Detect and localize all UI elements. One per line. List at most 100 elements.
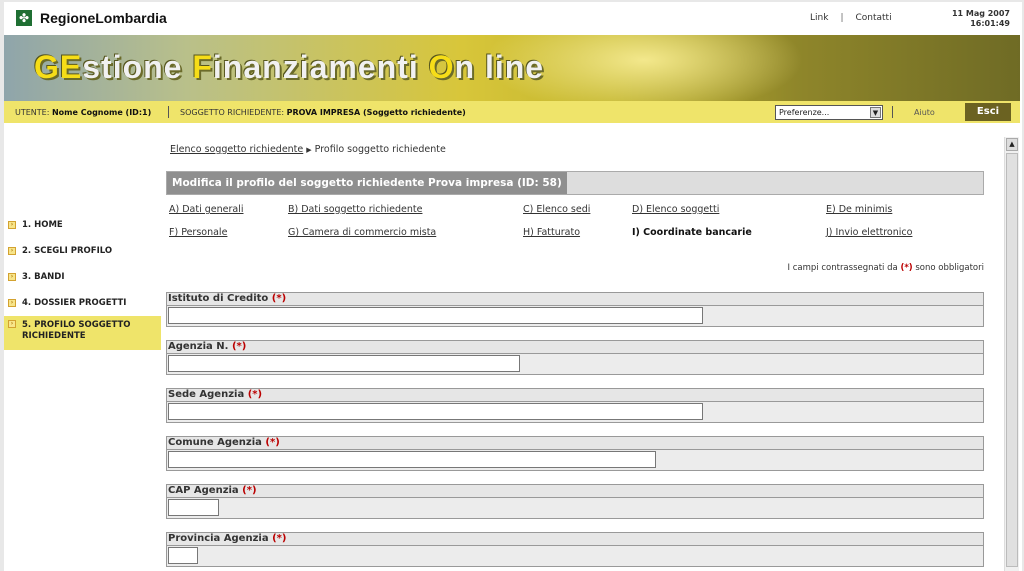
help-link[interactable]: Aiuto [914, 108, 935, 117]
field-box [166, 306, 984, 327]
tab-camera-di-commercio[interactable]: G) Camera di commercio mista [288, 227, 436, 238]
tab-elenco-sedi[interactable]: C) Elenco sedi [523, 204, 590, 215]
tab-dati-generali[interactable]: A) Dati generali [169, 204, 244, 215]
date-text: 11 Mag 2007 [951, 9, 1010, 18]
istituto-di-credito-input[interactable] [168, 307, 703, 324]
top-header: ✤ RegioneLombardia Link | Contatti 11 Ma… [4, 2, 1020, 35]
banner-title-part: GE [34, 49, 83, 85]
breadcrumb-parent-link[interactable]: Elenco soggetto richiedente [170, 144, 303, 155]
preferences-value: Preferenze... [779, 108, 830, 117]
logout-button[interactable]: Esci [965, 103, 1011, 121]
field-label-text: Agenzia N. [168, 341, 229, 352]
required-marker: (*) [231, 341, 247, 352]
scroll-up-icon[interactable]: ▲ [1006, 138, 1018, 151]
vertical-scrollbar[interactable]: ▲ [1004, 137, 1019, 571]
arrow-bullet-icon: › [8, 273, 16, 281]
logo-text: RegioneLombardia [40, 10, 167, 26]
preferences-select[interactable]: Preferenze... ▼ [775, 105, 883, 120]
field-box [166, 546, 984, 567]
comune-agenzia-input[interactable] [168, 451, 656, 468]
arrow-bullet-icon: › [8, 320, 16, 328]
required-fields-note: I campi contrassegnati da (*) sono obbli… [788, 263, 984, 273]
contatti-link[interactable]: Contatti [855, 13, 891, 23]
section-header: Modifica il profilo del soggetto richied… [166, 171, 984, 195]
profile-tabs: A) Dati generali B) Dati soggetto richie… [166, 202, 984, 242]
banner-title-part: stione [82, 49, 193, 85]
banner-title-part: inanziamenti [212, 49, 429, 85]
banner-title-part: O [428, 49, 455, 85]
sidebar-item-bandi[interactable]: › 3. BANDI [4, 264, 161, 290]
provincia-agenzia-input[interactable] [168, 547, 198, 564]
field-label: Agenzia N. (*) [166, 340, 984, 354]
field-cap-agenzia: CAP Agenzia (*) [166, 484, 984, 519]
tab-fatturato[interactable]: H) Fatturato [523, 227, 580, 238]
field-comune-agenzia: Comune Agenzia (*) [166, 436, 984, 471]
field-box [166, 354, 984, 375]
tab-coordinate-bancarie[interactable]: I) Coordinate bancarie [632, 227, 752, 238]
user-info: UTENTE: Nome Cognome (ID:1) [15, 108, 151, 117]
field-label-text: CAP Agenzia [168, 485, 239, 496]
subject-value: PROVA IMPRESA (Soggetto richiedente) [286, 108, 466, 117]
breadcrumb: Elenco soggetto richiedente ▶ Profilo sogg… [170, 144, 446, 155]
field-label-text: Comune Agenzia [168, 437, 262, 448]
link-link[interactable]: Link [810, 13, 828, 23]
arrow-bullet-icon: › [8, 247, 16, 255]
field-sede-agenzia: Sede Agenzia (*) [166, 388, 984, 423]
scrollbar-thumb[interactable] [1006, 153, 1018, 567]
regione-flower-icon: ✤ [16, 10, 32, 26]
required-marker: (*) [272, 533, 287, 544]
tab-de-minimis[interactable]: E) De minimis [826, 204, 892, 215]
field-label: Comune Agenzia (*) [166, 436, 984, 450]
subject-label: SOGGETTO RICHIEDENTE: [180, 108, 285, 117]
sidebar-item-dossier-progetti[interactable]: › 4. DOSSIER PROGETTI [4, 290, 161, 316]
user-bar: UTENTE: Nome Cognome (ID:1) SOGGETTO RIC… [4, 101, 1020, 123]
field-label: CAP Agenzia (*) [166, 484, 984, 498]
tab-dati-soggetto-richiedente[interactable]: B) Dati soggetto richiedente [288, 204, 422, 215]
breadcrumb-current: Profilo soggetto richiedente [314, 144, 446, 155]
sidebar-item-profilo-soggetto[interactable]: › 5. PROFILO SOGGETTO RICHIEDENTE [4, 316, 161, 350]
required-marker: (*) [247, 389, 263, 400]
subject-info: SOGGETTO RICHIEDENTE: PROVA IMPRESA (Sog… [180, 108, 466, 117]
divider [168, 106, 169, 118]
top-links: Link | Contatti [810, 13, 892, 23]
tab-elenco-soggetti[interactable]: D) Elenco soggetti [632, 204, 719, 215]
banner: GEstione Finanziamenti On line [4, 35, 1020, 101]
user-label: UTENTE: [15, 108, 50, 117]
required-marker: (*) [900, 263, 913, 273]
link-separator: | [840, 13, 844, 23]
sidebar: › 1. HOME › 2. SCEGLI PROFILO › 3. BANDI… [4, 212, 161, 350]
sidebar-item-home[interactable]: › 1. HOME [4, 212, 161, 238]
required-marker: (*) [265, 437, 280, 448]
required-note-before: I campi contrassegnati da [787, 263, 898, 273]
sidebar-item-label: 4. DOSSIER PROGETTI [22, 298, 127, 308]
sidebar-item-label: 2. SCEGLI PROFILO [22, 246, 113, 256]
datetime: 11 Mag 2007 16:01:49 [952, 9, 1010, 29]
field-box [166, 402, 984, 423]
required-marker: (*) [242, 485, 257, 496]
arrow-bullet-icon: › [8, 221, 16, 229]
banner-title-part: F [192, 49, 213, 85]
divider [892, 106, 893, 118]
dropdown-arrow-icon[interactable]: ▼ [870, 107, 881, 118]
regione-logo[interactable]: ✤ RegioneLombardia [16, 10, 167, 26]
field-box [166, 450, 984, 471]
cap-agenzia-input[interactable] [168, 499, 219, 516]
field-label-text: Provincia Agenzia [168, 533, 269, 544]
sidebar-item-label: 1. HOME [22, 220, 63, 230]
field-box [166, 498, 984, 519]
sidebar-item-scegli-profilo[interactable]: › 2. SCEGLI PROFILO [4, 238, 161, 264]
field-label-text: Sede Agenzia [168, 389, 245, 400]
tab-personale[interactable]: F) Personale [169, 227, 227, 238]
arrow-bullet-icon: › [8, 299, 16, 307]
user-value: Nome Cognome (ID:1) [51, 108, 152, 117]
field-label: Sede Agenzia (*) [166, 388, 984, 402]
field-label: Istituto di Credito (*) [166, 292, 984, 306]
agenzia-n-input[interactable] [168, 355, 520, 372]
breadcrumb-arrow-icon: ▶ [306, 146, 312, 154]
tab-invio-elettronico[interactable]: J) Invio elettronico [826, 227, 912, 238]
required-marker: (*) [271, 293, 287, 304]
field-agenzia-n: Agenzia N. (*) [166, 340, 984, 375]
sidebar-item-label: 5. PROFILO SOGGETTO RICHIEDENTE [22, 320, 131, 341]
sede-agenzia-input[interactable] [168, 403, 703, 420]
sidebar-item-label: 3. BANDI [22, 272, 65, 282]
